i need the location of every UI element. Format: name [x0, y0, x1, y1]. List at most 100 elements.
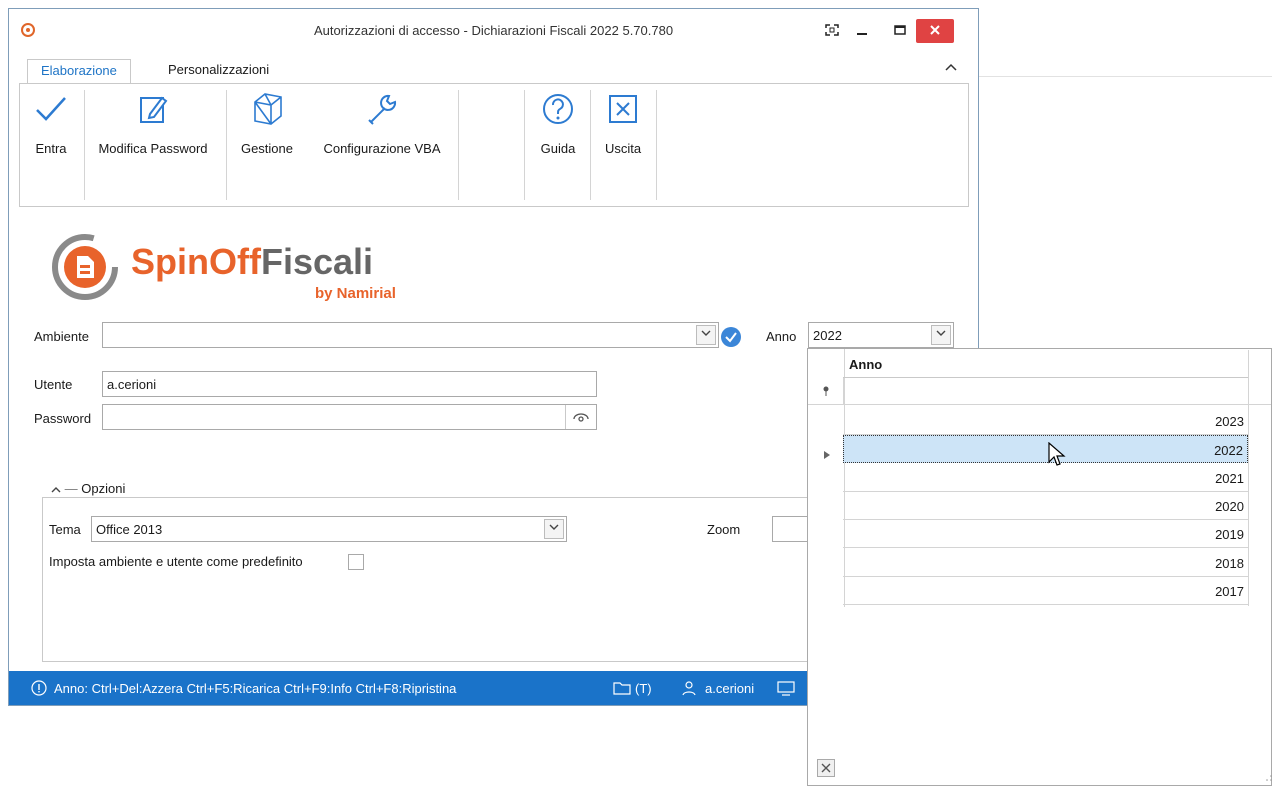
confirm-ambiente-button[interactable]	[721, 327, 741, 347]
ribbon-separator	[590, 90, 591, 200]
utente-value: a.cerioni	[107, 377, 157, 392]
close-icon	[821, 763, 831, 773]
modifica-password-label: Modifica Password	[98, 141, 208, 156]
cube-icon	[254, 93, 282, 125]
ribbon-separator	[226, 90, 227, 200]
gestione-button[interactable]: Gestione	[228, 84, 306, 206]
anno-label: Anno	[766, 329, 797, 344]
year-row[interactable]: 2019	[843, 520, 1248, 549]
ribbon-separator	[84, 90, 85, 200]
uscita-label: Uscita	[604, 141, 642, 156]
year-row[interactable]: 2023	[843, 407, 1248, 435]
close-dropdown-button[interactable]	[817, 759, 835, 777]
anno-combo[interactable]: 2022	[808, 322, 954, 348]
uscita-button[interactable]: Uscita	[592, 84, 654, 206]
password-label: Password	[34, 411, 92, 426]
logo-name-gray: Fiscali	[260, 241, 374, 282]
opzioni-label: Opzioni	[81, 481, 126, 496]
mouse-cursor-icon	[1048, 442, 1066, 466]
zoom-label: Zoom	[707, 522, 741, 537]
entra-button[interactable]: Entra	[22, 84, 80, 206]
tema-value: Office 2013	[96, 522, 163, 537]
year-row[interactable]: 2017	[843, 577, 1248, 605]
ribbon: Entra Modifica Password Gestione Configu…	[19, 83, 969, 207]
help-icon	[543, 94, 573, 124]
year-value: 2017	[1215, 583, 1244, 599]
chevron-up-icon	[51, 487, 61, 493]
status-mode: (T)	[635, 681, 652, 696]
modifica-password-button[interactable]: Modifica Password	[86, 84, 220, 206]
grid-header-anno: Anno	[849, 357, 883, 372]
utente-input[interactable]: a.cerioni	[102, 371, 597, 397]
year-value: 2018	[1215, 555, 1244, 571]
maximize-button[interactable]	[885, 19, 915, 43]
ambiente-dropdown-button[interactable]	[696, 325, 716, 345]
ambiente-label: Ambiente	[34, 329, 89, 344]
year-row[interactable]: 2020	[843, 492, 1248, 520]
current-row-indicator	[824, 447, 830, 462]
fullscreen-button[interactable]	[817, 19, 847, 43]
ambiente-combo[interactable]	[102, 322, 719, 348]
chevron-down-icon	[936, 330, 946, 336]
ribbon-tabs: Elaborazione Personalizzazioni	[9, 59, 978, 87]
edit-icon	[140, 96, 168, 123]
opzioni-header[interactable]: — Opzioni	[47, 481, 130, 496]
minimize-button[interactable]	[847, 19, 877, 43]
status-shortcuts: Anno: Ctrl+Del:Azzera Ctrl+F5:Ricarica C…	[54, 681, 457, 696]
status-user: a.cerioni	[705, 681, 755, 696]
guida-button[interactable]: Guida	[526, 84, 590, 206]
background-line	[979, 76, 1272, 77]
chevron-down-icon	[549, 524, 559, 530]
configurazione-vba-label: Configurazione VBA	[323, 141, 441, 156]
tema-combo[interactable]: Office 2013	[91, 516, 567, 542]
close-icon	[930, 25, 940, 35]
info-icon	[31, 680, 47, 696]
gestione-label: Gestione	[240, 141, 294, 156]
filter-row-indicator	[808, 377, 844, 405]
ribbon-separator	[524, 90, 525, 200]
password-input[interactable]	[102, 404, 597, 430]
guida-label: Guida	[540, 141, 576, 156]
year-row[interactable]: 2022	[843, 435, 1248, 464]
close-button[interactable]	[916, 19, 954, 43]
logo-mark-icon	[52, 234, 118, 300]
grid-header[interactable]: Anno	[843, 350, 1248, 378]
logo-name-orange: SpinOff	[131, 241, 261, 282]
fullscreen-icon	[825, 24, 839, 36]
year-row[interactable]: 2018	[843, 549, 1248, 577]
collapse-ribbon-icon[interactable]	[945, 61, 957, 75]
year-value: 2021	[1215, 470, 1244, 486]
grid-column-separator	[1248, 350, 1249, 606]
spinoff-logo: SpinOffFiscali by Namirial	[49, 229, 429, 309]
folder-icon	[613, 682, 631, 695]
tema-label: Tema	[49, 522, 81, 537]
exit-icon	[609, 95, 637, 123]
utente-label: Utente	[34, 377, 73, 392]
year-value: 2020	[1215, 498, 1244, 514]
anno-dropdown-button[interactable]	[931, 325, 951, 345]
predefinito-checkbox[interactable]	[348, 554, 364, 570]
resize-grip-icon[interactable]	[1266, 775, 1272, 781]
minimize-icon	[857, 33, 867, 35]
maximize-icon	[894, 25, 906, 35]
year-row[interactable]: 2021	[843, 464, 1248, 492]
pin-icon	[823, 386, 829, 396]
year-value: 2019	[1215, 527, 1244, 543]
triangle-right-icon	[824, 451, 830, 459]
ribbon-separator	[458, 90, 459, 200]
chevron-down-icon	[701, 330, 711, 336]
entra-label: Entra	[35, 141, 67, 156]
eye-icon	[573, 413, 589, 422]
monitor-icon	[777, 681, 795, 696]
check-circle-icon	[725, 332, 737, 343]
configurazione-vba-button[interactable]: Configurazione VBA	[308, 84, 456, 206]
show-password-button[interactable]	[565, 405, 596, 429]
year-value: 2022	[1214, 443, 1243, 459]
wrench-icon	[368, 94, 397, 125]
ribbon-separator	[656, 90, 657, 200]
title-bar[interactable]: Autorizzazioni di accesso - Dichiarazion…	[9, 9, 978, 53]
anno-value: 2022	[813, 328, 842, 343]
filter-row[interactable]	[844, 377, 1271, 405]
tema-dropdown-button[interactable]	[544, 519, 564, 539]
tab-personalizzazioni[interactable]: Personalizzazioni	[155, 59, 282, 85]
